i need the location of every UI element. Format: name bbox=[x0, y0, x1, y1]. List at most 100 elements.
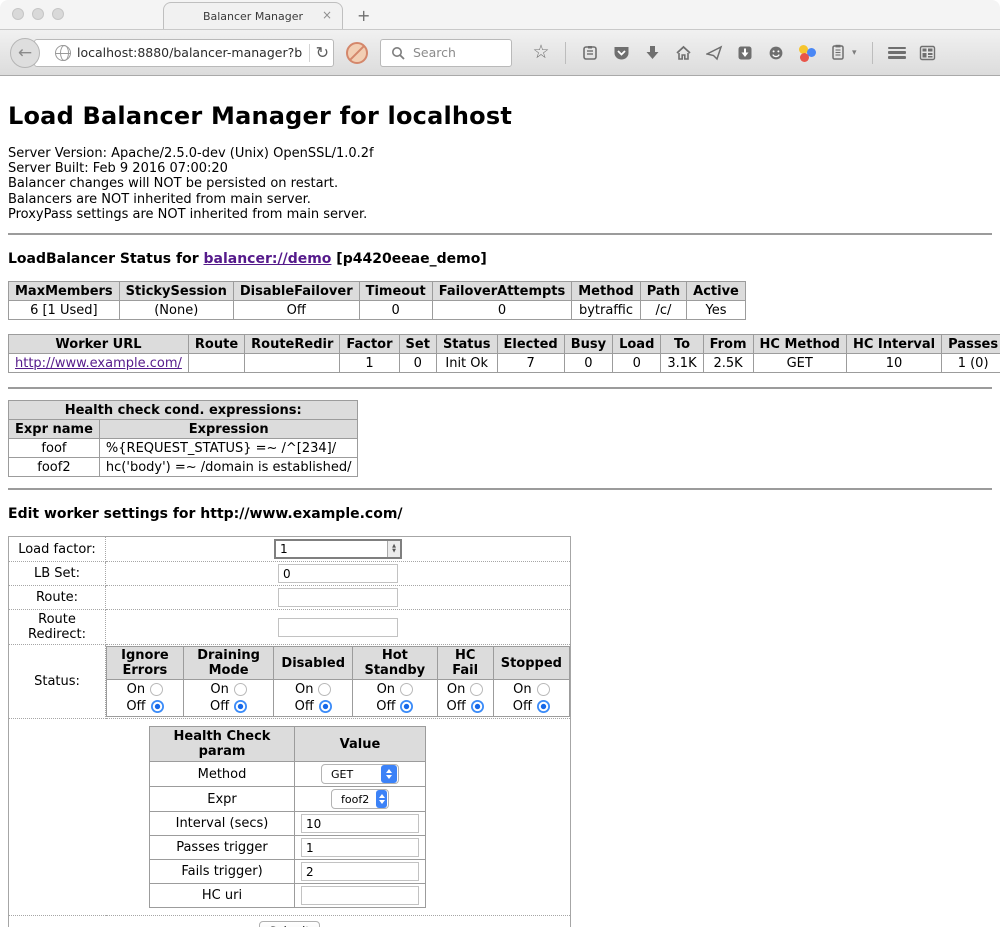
zoom-window-button[interactable] bbox=[52, 8, 64, 20]
col-stickysession: StickySession bbox=[119, 282, 233, 301]
home-icon[interactable] bbox=[674, 44, 692, 62]
worker-url-link[interactable]: http://www.example.com/ bbox=[15, 356, 182, 371]
route-redirect-label: Route Redirect: bbox=[9, 610, 106, 645]
reading-list-icon[interactable] bbox=[581, 44, 599, 62]
adblock-icon[interactable] bbox=[346, 42, 368, 64]
url-text[interactable]: localhost:8880/balancer-manager?b=demo&w… bbox=[77, 45, 303, 60]
off-label: Off bbox=[210, 699, 229, 714]
col-passes: Passes bbox=[942, 335, 1000, 354]
method-select-value: GET bbox=[331, 768, 374, 781]
proxypass-notice-line: ProxyPass settings are NOT inherited fro… bbox=[8, 207, 992, 222]
search-bar[interactable]: Search bbox=[380, 39, 512, 67]
col-active: Active bbox=[687, 282, 746, 301]
col-stopped: Stopped bbox=[493, 647, 569, 680]
balancers-notice-line: Balancers are NOT inherited from main se… bbox=[8, 192, 992, 207]
hc-fail-off-radio[interactable] bbox=[471, 700, 484, 713]
ignore-errors-on-radio[interactable] bbox=[150, 683, 163, 696]
route-label: Route: bbox=[9, 586, 106, 610]
cell-expression: %{REQUEST_STATUS} =~ /^[234]/ bbox=[99, 439, 358, 458]
on-label: On bbox=[295, 682, 313, 697]
reload-icon[interactable]: ↻ bbox=[316, 45, 329, 61]
col-value: Value bbox=[295, 727, 426, 762]
cell-expr-name: foof2 bbox=[9, 458, 100, 477]
method-select[interactable]: GET bbox=[321, 764, 399, 784]
fails-trigger-input[interactable] bbox=[301, 862, 419, 881]
tab-close-icon[interactable]: × bbox=[322, 9, 332, 21]
col-route: Route bbox=[188, 335, 244, 354]
cell-stickysession: (None) bbox=[119, 301, 233, 320]
form-row-status: Status: Ignore Errors Draining Mode Disa… bbox=[9, 645, 571, 719]
url-bar[interactable]: localhost:8880/balancer-manager?b=demo&w… bbox=[34, 39, 334, 67]
col-expression: Expression bbox=[99, 420, 358, 439]
worker-table: Worker URL Route RouteRedir Factor Set S… bbox=[8, 334, 1000, 373]
off-label: Off bbox=[295, 699, 314, 714]
route-redirect-input[interactable] bbox=[278, 618, 398, 637]
new-tab-button[interactable]: + bbox=[357, 6, 370, 25]
hc-expressions-table: Health check cond. expressions: Expr nam… bbox=[8, 400, 358, 477]
balancer-demo-link[interactable]: balancer://demo bbox=[204, 251, 332, 267]
cell-from: 2.5K bbox=[703, 354, 753, 373]
table-header-row: Worker URL Route RouteRedir Factor Set S… bbox=[9, 335, 1000, 354]
clipboard-panel-icon[interactable] bbox=[829, 44, 847, 62]
draining-mode-off-radio[interactable] bbox=[234, 700, 247, 713]
number-stepper-icon[interactable]: ▲▼ bbox=[387, 541, 400, 557]
stopped-off-radio[interactable] bbox=[537, 700, 550, 713]
hot-standby-on-radio[interactable] bbox=[400, 683, 413, 696]
disabled-on-radio[interactable] bbox=[318, 683, 331, 696]
col-path: Path bbox=[640, 282, 686, 301]
fails-trigger-label: Fails trigger) bbox=[150, 860, 295, 884]
divider bbox=[8, 488, 992, 490]
interval-input[interactable] bbox=[301, 814, 419, 833]
bookmark-star-icon[interactable]: ☆ bbox=[532, 44, 550, 62]
status-header-row: Ignore Errors Draining Mode Disabled Hot… bbox=[107, 647, 570, 680]
site-identity-globe-icon[interactable] bbox=[55, 45, 71, 61]
hc-uri-input[interactable] bbox=[301, 886, 419, 905]
draining-mode-on-radio[interactable] bbox=[234, 683, 247, 696]
disabled-off-radio[interactable] bbox=[319, 700, 332, 713]
cell-busy: 0 bbox=[564, 354, 612, 373]
heading-suffix: [p4420eeae_demo] bbox=[331, 251, 486, 267]
panel-download-icon[interactable] bbox=[736, 44, 754, 62]
lb-set-input[interactable] bbox=[278, 564, 398, 583]
table-row: foof2 hc('body') =~ /domain is establish… bbox=[9, 458, 358, 477]
form-row-submit: Submit bbox=[9, 916, 571, 927]
submit-button[interactable]: Submit bbox=[259, 921, 320, 927]
feedback-smiley-icon[interactable] bbox=[767, 44, 785, 62]
expr-label: Expr bbox=[150, 787, 295, 812]
form-row-route: Route: bbox=[9, 586, 571, 610]
cell-expr-name: foof bbox=[9, 439, 100, 458]
edit-worker-heading: Edit worker settings for http://www.exam… bbox=[8, 506, 992, 522]
server-built-line: Server Built: Feb 9 2016 07:00:20 bbox=[8, 161, 992, 176]
cell-status: Init Ok bbox=[436, 354, 497, 373]
cell-route bbox=[188, 354, 244, 373]
route-input[interactable] bbox=[278, 588, 398, 607]
cell-maxmembers: 6 [1 Used] bbox=[9, 301, 120, 320]
hot-standby-off-radio[interactable] bbox=[400, 700, 413, 713]
table-row: foof %{REQUEST_STATUS} =~ /^[234]/ bbox=[9, 439, 358, 458]
minimize-window-button[interactable] bbox=[32, 8, 44, 20]
passes-trigger-input[interactable] bbox=[301, 838, 419, 857]
stopped-on-radio[interactable] bbox=[537, 683, 550, 696]
tab-groups-grid-icon[interactable] bbox=[919, 44, 937, 62]
downloads-icon[interactable] bbox=[643, 44, 661, 62]
hc-fail-on-radio[interactable] bbox=[470, 683, 483, 696]
close-window-button[interactable] bbox=[12, 8, 24, 20]
back-button[interactable]: ← bbox=[10, 38, 40, 68]
urlbar-divider bbox=[309, 44, 310, 62]
col-failoverattempts: FailoverAttempts bbox=[432, 282, 572, 301]
col-expr-name: Expr name bbox=[9, 420, 100, 439]
col-elected: Elected bbox=[497, 335, 564, 354]
load-factor-input[interactable] bbox=[276, 541, 387, 557]
menu-hamburger-icon[interactable] bbox=[888, 47, 906, 59]
tab-balancer-manager[interactable]: Balancer Manager × bbox=[163, 2, 343, 29]
col-hc-interval: HC Interval bbox=[846, 335, 941, 354]
ignore-errors-off-radio[interactable] bbox=[151, 700, 164, 713]
pocket-icon[interactable] bbox=[612, 44, 630, 62]
extension-colored-dots-icon[interactable] bbox=[798, 44, 816, 62]
interval-label: Interval (secs) bbox=[150, 812, 295, 836]
expr-select[interactable]: foof2 bbox=[331, 789, 389, 809]
cell-path: /c/ bbox=[640, 301, 686, 320]
server-info: Server Version: Apache/2.5.0-dev (Unix) … bbox=[8, 146, 992, 222]
chevron-down-icon[interactable]: ▾ bbox=[852, 48, 857, 58]
share-plane-icon[interactable] bbox=[705, 44, 723, 62]
